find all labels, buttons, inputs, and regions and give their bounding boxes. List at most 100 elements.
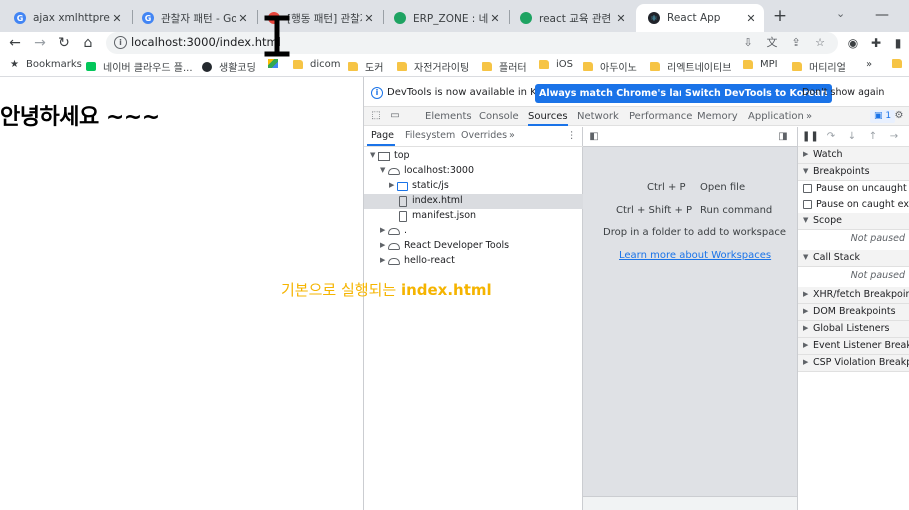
browser-tab[interactable]: G ajax xmlhttpreque ✕ — [2, 4, 130, 32]
bookmark-folder[interactable]: 머티리얼 — [792, 59, 846, 74]
close-tab-icon[interactable]: ✕ — [362, 12, 376, 25]
tree-item-manifest[interactable]: manifest.json — [364, 209, 583, 224]
dom-breakpoints-section[interactable]: ▶ DOM Breakpoints — [798, 304, 909, 321]
settings-gear-icon[interactable]: ⚙ — [892, 109, 906, 123]
scope-status: Not paused — [850, 233, 905, 244]
close-tab-icon[interactable]: ✕ — [744, 12, 758, 25]
tree-item-hello-react[interactable]: ▶ hello-react — [364, 254, 583, 269]
learn-workspaces-link[interactable]: Learn more about Workspaces — [619, 250, 771, 261]
breakpoints-section[interactable]: ▼ Breakpoints — [798, 164, 909, 181]
tree-item-localhost[interactable]: ▼ localhost:3000 — [364, 164, 583, 179]
bookmark-folder[interactable]: iOS — [539, 59, 573, 70]
close-tab-icon[interactable]: ✕ — [110, 12, 124, 25]
watch-section[interactable]: ▶ Watch — [798, 147, 909, 164]
pause-icon[interactable]: ❚❚ — [802, 130, 819, 144]
bookmark-folder[interactable]: 아두이노 — [583, 59, 637, 74]
xhr-breakpoints-section[interactable]: ▶ XHR/fetch Breakpoints — [798, 287, 909, 304]
bookmark-folder[interactable] — [892, 59, 909, 68]
pause-caught-option[interactable]: Pause on caught exceptions — [798, 197, 909, 213]
step-over-icon[interactable]: ↷ — [824, 130, 838, 144]
tree-item-dot[interactable]: ▶ . — [364, 224, 583, 239]
bookmark-folder[interactable]: 플러터 — [482, 59, 527, 74]
collapsed-arrow-icon: ▶ — [380, 256, 386, 264]
tree-item-top[interactable]: ▼ top — [364, 149, 583, 164]
translate-icon[interactable]: 文 — [764, 35, 780, 51]
more-bookmarks-button[interactable]: » — [866, 59, 872, 70]
scope-section[interactable]: ▼ Scope — [798, 213, 909, 230]
tree-item-index-html[interactable]: index.html — [364, 194, 583, 209]
subtab-filesystem[interactable]: Filesystem — [405, 130, 455, 141]
toggle-navigator-icon[interactable]: ◧ — [587, 130, 601, 144]
bookmark-folder[interactable]: 자전거라이팅 — [397, 59, 469, 74]
bookmarks-menu[interactable]: ★ Bookmarks — [10, 59, 82, 70]
profile-icon[interactable]: ▮ — [890, 35, 906, 51]
back-button[interactable]: ← — [6, 34, 24, 52]
event-listener-breakpoints-section[interactable]: ▶ Event Listener Breakpoints — [798, 338, 909, 355]
toggle-debugger-icon[interactable]: ◨ — [776, 130, 790, 144]
bookmark-folder[interactable]: MPI — [743, 59, 778, 70]
tree-item-static-js[interactable]: ▶ static/js — [364, 179, 583, 194]
csp-breakpoints-section[interactable]: ▶ CSP Violation Breakpoints — [798, 355, 909, 372]
home-button[interactable]: ⌂ — [79, 34, 97, 52]
google-icon: G — [14, 12, 26, 24]
folder-icon — [397, 182, 408, 191]
dont-show-again-button[interactable]: Don't show again — [802, 87, 884, 98]
navigator-menu-icon[interactable]: ⋮ — [567, 130, 577, 141]
more-subtabs-button[interactable]: » — [509, 130, 515, 141]
tab-performance[interactable]: Performance — [629, 107, 692, 126]
bookmark-star-icon[interactable]: ☆ — [812, 35, 828, 51]
bookmark-item[interactable] — [268, 59, 285, 68]
bookmark-item[interactable]: 생활코딩 — [202, 59, 256, 74]
subtab-page[interactable]: Page — [371, 130, 394, 141]
tab-network[interactable]: Network — [577, 107, 619, 126]
bookmark-label: 자전거라이팅 — [414, 63, 470, 74]
puzzle-extensions-icon[interactable]: ✚ — [868, 35, 884, 51]
browser-tab-active[interactable]: ⚛ React App ✕ — [636, 4, 764, 32]
browser-tab[interactable]: react 교육 관련 m ✕ — [508, 4, 634, 32]
tab-console[interactable]: Console — [479, 107, 519, 126]
more-tabs-button[interactable]: » — [806, 107, 812, 126]
step-out-icon[interactable]: ↑ — [866, 130, 880, 144]
close-tab-icon[interactable]: ✕ — [488, 12, 502, 25]
tree-item-react-devtools[interactable]: ▶ React Developer Tools — [364, 239, 583, 254]
new-tab-button[interactable]: + — [770, 6, 790, 26]
step-into-icon[interactable]: ↓ — [845, 130, 859, 144]
pause-caught-checkbox[interactable] — [803, 200, 812, 209]
bookmark-folder[interactable]: 리엑트네이티브 — [650, 59, 731, 74]
share-icon[interactable]: ⇪ — [788, 35, 804, 51]
close-tab-icon[interactable]: ✕ — [614, 12, 628, 25]
extension-icon[interactable]: ◉ — [845, 35, 861, 51]
tab-search-icon[interactable]: ⌄ — [836, 7, 845, 20]
pause-uncaught-option[interactable]: Pause on uncaught exceptions — [798, 181, 909, 197]
global-listeners-section[interactable]: ▶ Global Listeners — [798, 321, 909, 338]
step-icon[interactable]: → — [887, 130, 901, 144]
url-text[interactable]: localhost:3000/index.html — [131, 35, 281, 49]
device-toolbar-icon[interactable]: ▭ — [388, 109, 402, 123]
site-info-icon[interactable]: i — [114, 36, 127, 49]
active-subtab-underline — [367, 144, 395, 146]
address-bar[interactable]: i localhost:3000/index.html ⇩ 文 ⇪ ☆ — [106, 32, 838, 54]
install-app-icon[interactable]: ⇩ — [740, 35, 756, 51]
tab-application[interactable]: Application — [748, 107, 804, 126]
bookmark-label: Bookmarks — [25, 59, 82, 70]
caption-text: 기본으로 실행되는 — [281, 281, 401, 299]
bookmark-folder[interactable]: dicom — [293, 59, 340, 70]
bookmark-item[interactable]: 네이버 클라우드 플... — [86, 59, 193, 74]
browser-tab[interactable]: G 관찰자 패턴 - Goo ✕ — [130, 4, 256, 32]
tab-elements[interactable]: Elements — [425, 107, 472, 126]
folder-icon — [482, 62, 492, 71]
inspect-element-icon[interactable]: ⬚ — [369, 109, 383, 123]
tab-memory[interactable]: Memory — [697, 107, 738, 126]
forward-button[interactable]: → — [31, 34, 49, 52]
call-stack-section[interactable]: ▼ Call Stack — [798, 250, 909, 267]
green-site-icon — [394, 12, 406, 24]
tab-sources[interactable]: Sources — [528, 107, 568, 126]
bookmark-folder[interactable]: 도커 — [348, 59, 383, 74]
tree-label: React Developer Tools — [404, 240, 510, 251]
subtab-overrides[interactable]: Overrides — [461, 130, 507, 141]
pause-uncaught-checkbox[interactable] — [803, 184, 812, 193]
browser-tab[interactable]: ERP_ZONE : 네이버 ✕ — [382, 4, 508, 32]
close-tab-icon[interactable]: ✕ — [236, 12, 250, 25]
reload-button[interactable]: ↻ — [55, 34, 73, 52]
minimize-button[interactable]: — — [868, 0, 896, 32]
